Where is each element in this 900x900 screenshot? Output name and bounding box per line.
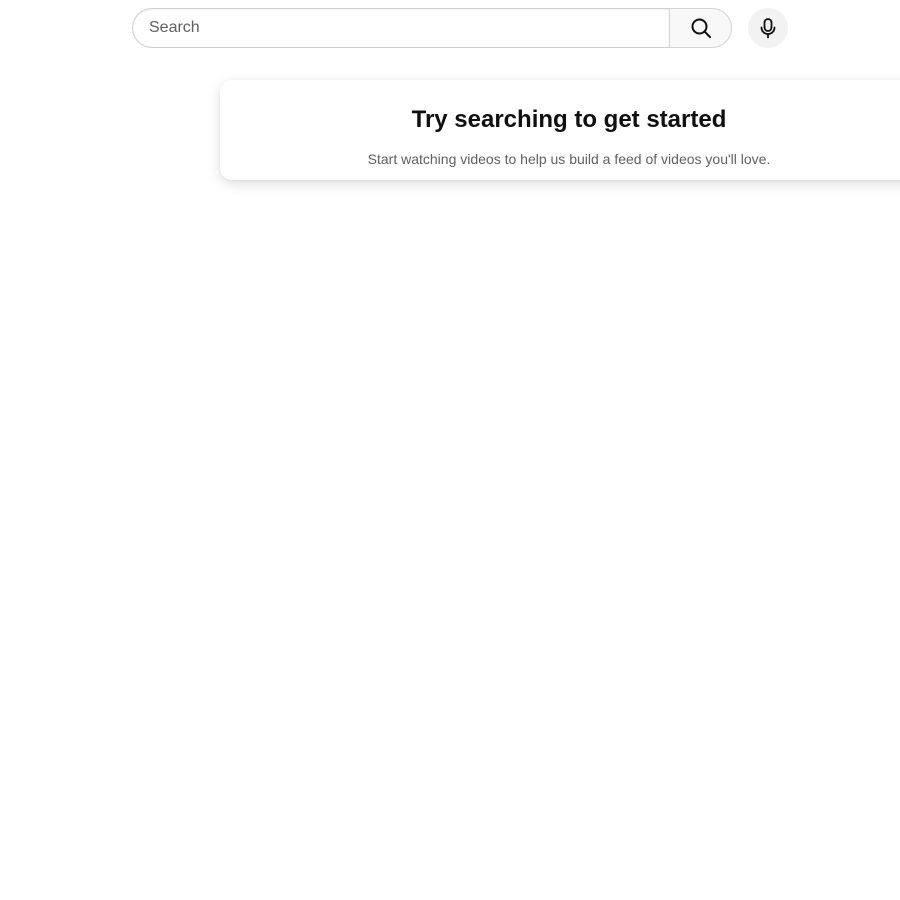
search-row — [132, 8, 788, 48]
page: Try searching to get started Start watch… — [0, 0, 900, 900]
search-icon — [689, 16, 713, 40]
prompt-title: Try searching to get started — [411, 106, 727, 133]
search-prompt-card: Try searching to get started Start watch… — [220, 80, 900, 180]
search-box — [132, 8, 732, 48]
voice-search-button[interactable] — [748, 8, 788, 48]
search-button[interactable] — [669, 8, 732, 48]
microphone-icon — [756, 16, 780, 40]
search-input[interactable] — [132, 8, 669, 48]
prompt-subtitle: Start watching videos to help us build a… — [367, 151, 771, 167]
